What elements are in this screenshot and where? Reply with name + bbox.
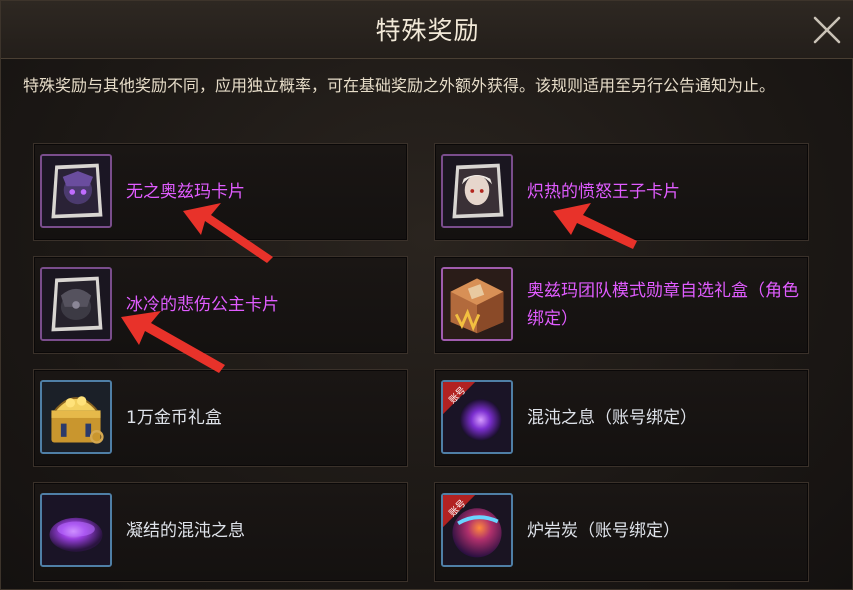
reward-item[interactable]: 凝结的混沌之息: [33, 482, 408, 582]
reward-item[interactable]: 奥兹玛团队模式勋章自选礼盒（角色绑定）: [434, 256, 809, 354]
chaos-orb-icon: 账号: [441, 380, 513, 454]
dialog-title: 特殊奖励: [375, 16, 480, 45]
reward-label: 冰冷的悲伤公主卡片: [126, 295, 279, 315]
close-icon: [813, 16, 841, 44]
title-bar: 特殊奖励: [1, 1, 853, 59]
lava-coal-icon: 账号: [441, 493, 513, 567]
special-rewards-dialog: 特殊奖励 特殊奖励与其他奖励不同，应用独立概率，可在基础奖励之外额外获得。该规则…: [0, 0, 853, 590]
reward-label: 凝结的混沌之息: [126, 521, 245, 541]
reward-label: 奥兹玛团队模式勋章自选礼盒（角色绑定）: [527, 281, 799, 329]
reward-item[interactable]: 1万金币礼盒: [33, 369, 408, 467]
close-button[interactable]: [810, 13, 844, 47]
white-hair-card-icon: [441, 154, 513, 228]
reward-item[interactable]: 账号 混沌之息（账号绑定）: [434, 369, 809, 467]
reward-label: 无之奥兹玛卡片: [126, 182, 245, 202]
reward-item[interactable]: 炽热的愤怒王子卡片: [434, 143, 809, 241]
reward-label: 1万金币礼盒: [126, 408, 222, 428]
reward-label: 炽热的愤怒王子卡片: [527, 182, 680, 202]
gold-chest-icon: [40, 380, 112, 454]
medal-box-icon: [441, 267, 513, 341]
dark-princess-card-icon: [40, 267, 112, 341]
reward-item[interactable]: 账号 炉岩炭（账号绑定）: [434, 482, 809, 582]
reward-item[interactable]: 无之奥兹玛卡片: [33, 143, 408, 241]
dark-card-icon: [40, 154, 112, 228]
reward-label: 混沌之息（账号绑定）: [527, 408, 697, 428]
purple-crystal-icon: [40, 493, 112, 567]
reward-item[interactable]: 冰冷的悲伤公主卡片: [33, 256, 408, 354]
reward-label: 炉岩炭（账号绑定）: [527, 521, 680, 541]
rules-description: 特殊奖励与其他奖励不同，应用独立概率，可在基础奖励之外额外获得。该规则适用至另行…: [23, 76, 776, 95]
